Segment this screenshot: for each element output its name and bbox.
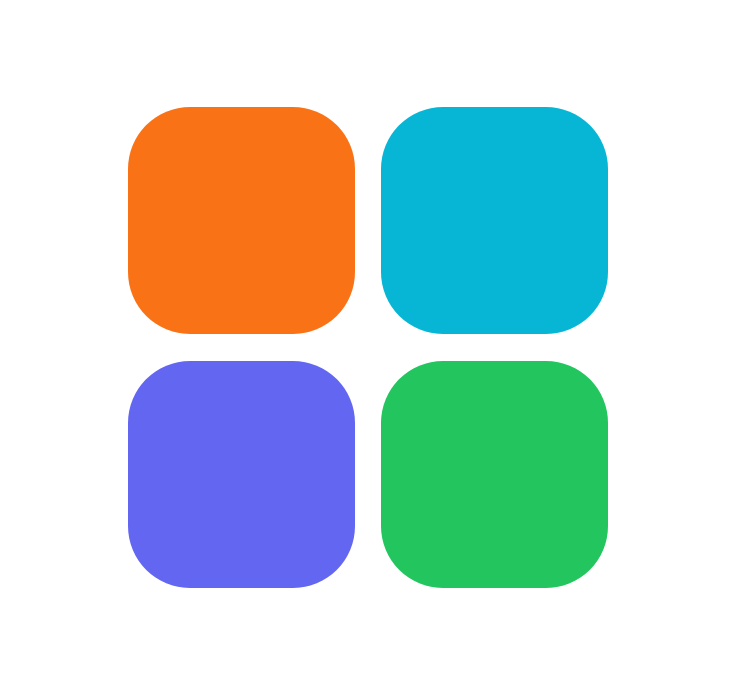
cyan-tile bbox=[381, 107, 608, 334]
canvas bbox=[0, 0, 730, 698]
orange-tile bbox=[128, 107, 355, 334]
indigo-tile bbox=[128, 361, 355, 588]
green-tile bbox=[381, 361, 608, 588]
app-grid-icon bbox=[128, 107, 608, 588]
